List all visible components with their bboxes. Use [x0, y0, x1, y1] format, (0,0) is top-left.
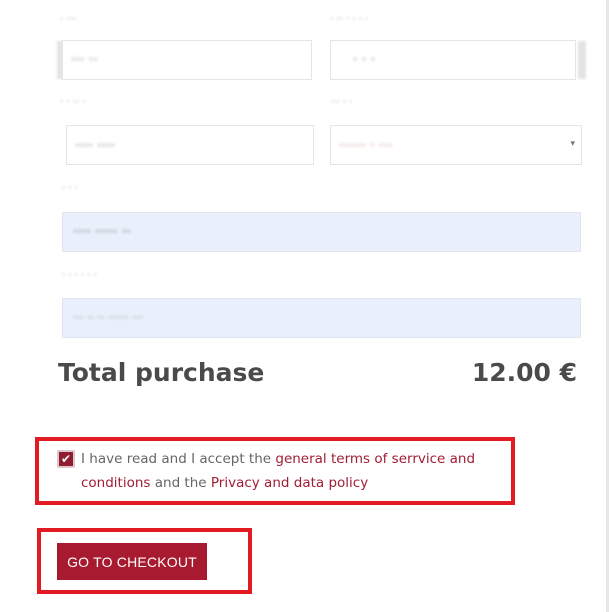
field-label-second: · ·· · · · · — [330, 14, 369, 25]
text-field-first[interactable]: ··· ·· — [62, 40, 312, 80]
terms-text-before: I have read and I accept the — [81, 451, 276, 467]
confirm-email-field[interactable]: ··· ·· ·· ······ ··· — [62, 298, 581, 338]
terms-text: I have read and I accept the general ter… — [81, 447, 511, 495]
terms-checkbox[interactable]: ✔ — [57, 450, 75, 468]
text-field-third[interactable]: ···· ···· — [66, 125, 314, 165]
select-field-fourth[interactable]: ······ · ··· ▾ — [330, 125, 582, 165]
terms-text-middle: and the — [150, 475, 211, 491]
field-label-first: · ··· — [60, 14, 76, 25]
checkmark-icon: ✔ — [60, 452, 72, 466]
chevron-down-icon: ▾ — [570, 139, 575, 149]
email-value: ···· ····· ·· — [73, 224, 131, 240]
total-purchase-value: 12.00 € — [471, 358, 577, 387]
field-second-edge — [578, 41, 586, 79]
text-field-second[interactable]: · · · — [330, 40, 576, 80]
field-value: · · · — [353, 52, 376, 68]
field-value: ······ · ··· — [339, 138, 393, 154]
go-to-checkout-button[interactable]: GO TO CHECKOUT — [57, 543, 207, 580]
confirm-email-label: · · · · · · — [62, 270, 97, 281]
privacy-policy-link[interactable]: Privacy and data policy — [211, 475, 368, 491]
field-label-third: · · ·· · — [60, 97, 86, 108]
field-label-fourth: ··· · · — [330, 97, 353, 108]
email-label: · · · — [62, 183, 78, 194]
field-value: ···· ···· — [75, 138, 116, 154]
confirm-email-value: ··· ·· ·· ······ ··· — [73, 311, 143, 324]
total-purchase-label: Total purchase — [58, 358, 265, 387]
email-field[interactable]: ···· ····· ·· — [62, 212, 581, 252]
field-value: ··· ·· — [71, 52, 98, 68]
